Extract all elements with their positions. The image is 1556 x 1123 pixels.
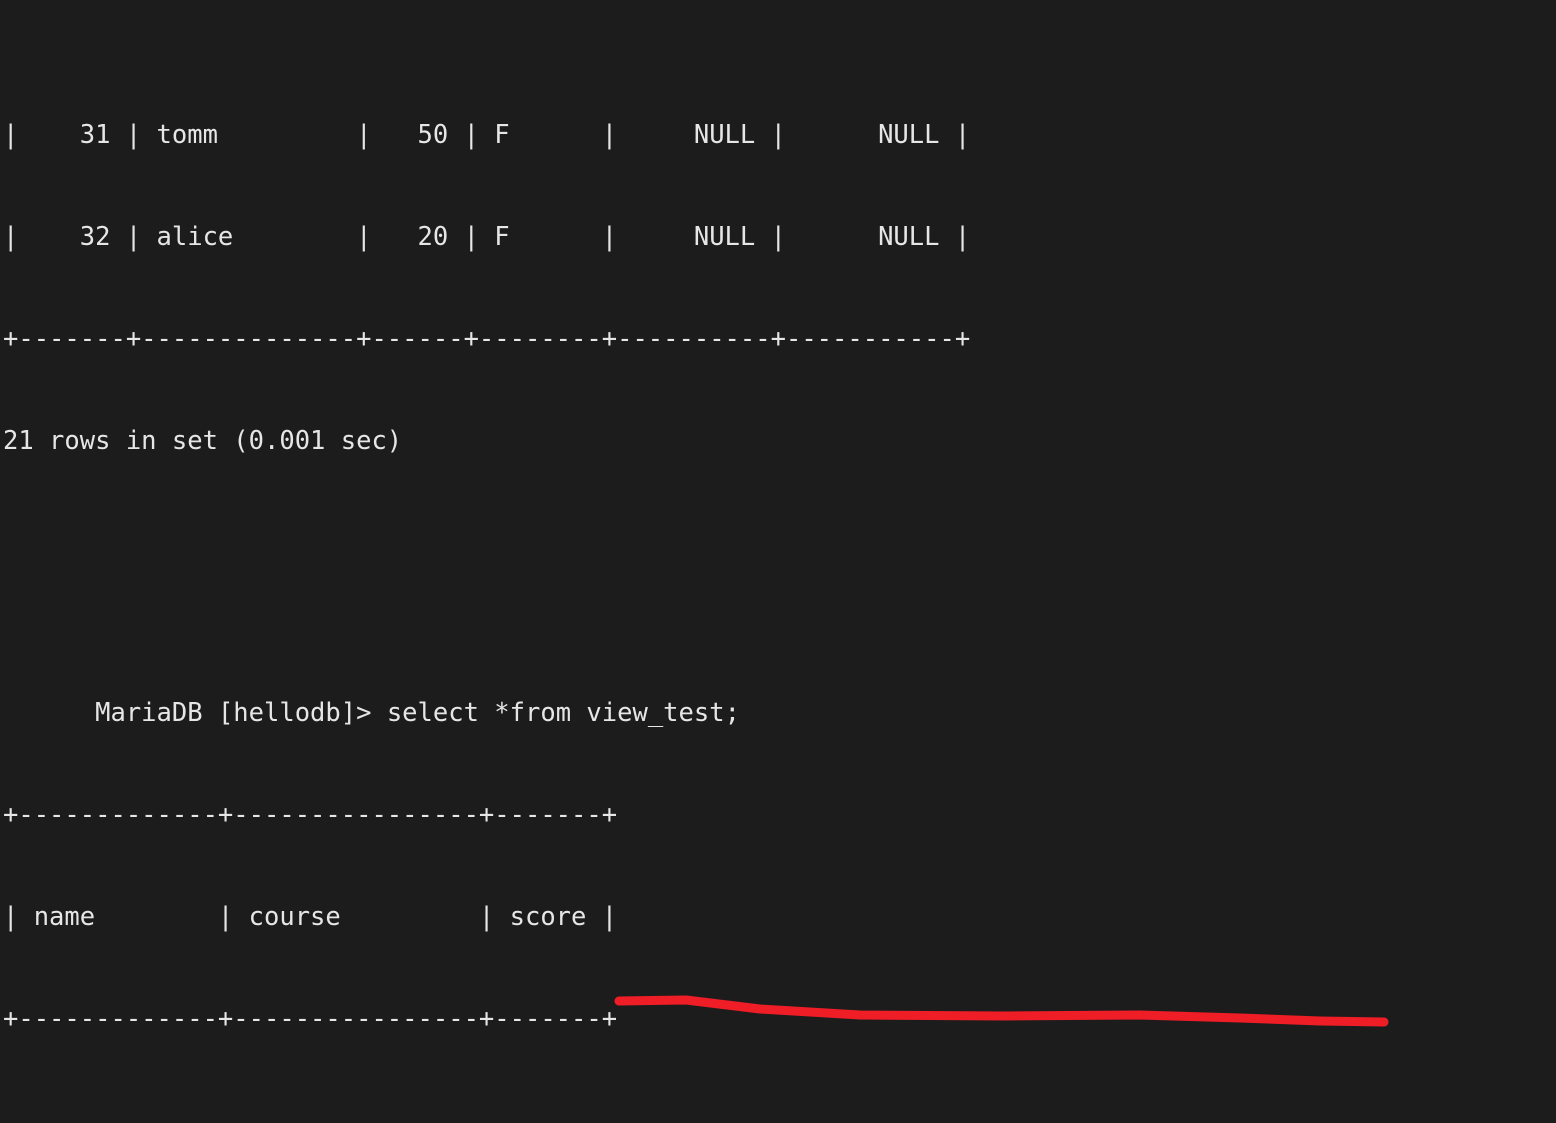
terminal-window[interactable]: | 31 | tomm | 50 | F | NULL | NULL | | 3…: [0, 0, 1556, 1123]
table-border: +-------------+----------------+-------+: [3, 800, 618, 830]
command-line-select: MariaDB [hellodb]> select *from view_tes…: [3, 662, 1369, 728]
shell-prompt: MariaDB [hellodb]>: [95, 698, 387, 728]
sql-command: select *from view_test;: [386, 698, 740, 728]
table-border: +-------+--------------+------+--------+…: [3, 324, 971, 354]
table-border: +-------------+----------------+-------+: [3, 1004, 618, 1034]
table-header: | name | course | score |: [3, 902, 618, 932]
result-status: 21 rows in set (0.001 sec): [3, 426, 403, 456]
terminal-screen: | 31 | tomm | 50 | F | NULL | NULL | | 3…: [3, 16, 1369, 1123]
table-row: | 32 | alice | 20 | F | NULL | NULL |: [3, 222, 971, 252]
table-row: | 31 | tomm | 50 | F | NULL | NULL |: [3, 120, 971, 150]
